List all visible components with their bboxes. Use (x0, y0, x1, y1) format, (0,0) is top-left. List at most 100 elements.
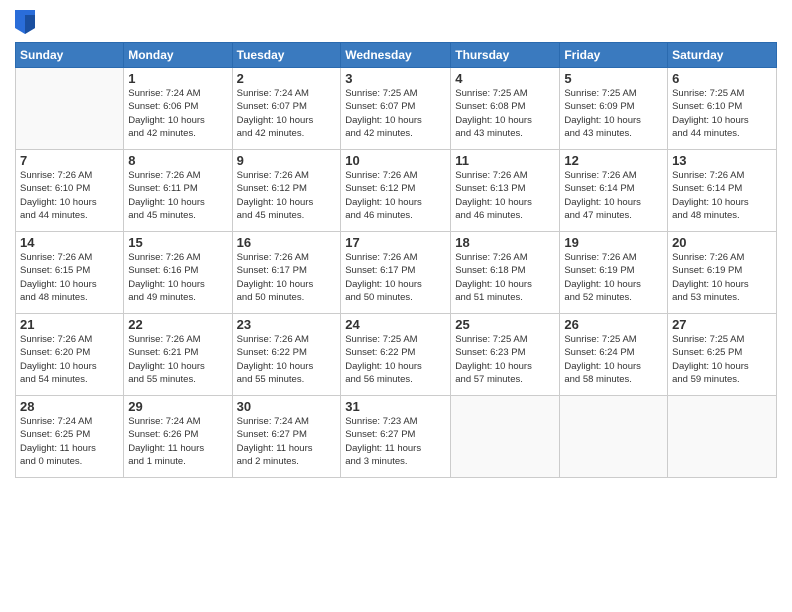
day-info: Sunrise: 7:26 AM Sunset: 6:10 PM Dayligh… (20, 169, 119, 222)
day-number: 30 (237, 399, 337, 414)
calendar-week-5: 28Sunrise: 7:24 AM Sunset: 6:25 PM Dayli… (16, 396, 777, 478)
calendar-cell: 9Sunrise: 7:26 AM Sunset: 6:12 PM Daylig… (232, 150, 341, 232)
day-number: 8 (128, 153, 227, 168)
calendar-cell: 14Sunrise: 7:26 AM Sunset: 6:15 PM Dayli… (16, 232, 124, 314)
day-info: Sunrise: 7:26 AM Sunset: 6:14 PM Dayligh… (672, 169, 772, 222)
day-number: 31 (345, 399, 446, 414)
day-number: 4 (455, 71, 555, 86)
day-number: 22 (128, 317, 227, 332)
day-number: 24 (345, 317, 446, 332)
calendar-cell: 23Sunrise: 7:26 AM Sunset: 6:22 PM Dayli… (232, 314, 341, 396)
day-info: Sunrise: 7:26 AM Sunset: 6:17 PM Dayligh… (237, 251, 337, 304)
day-number: 14 (20, 235, 119, 250)
day-info: Sunrise: 7:26 AM Sunset: 6:19 PM Dayligh… (564, 251, 663, 304)
calendar-cell: 12Sunrise: 7:26 AM Sunset: 6:14 PM Dayli… (560, 150, 668, 232)
day-info: Sunrise: 7:26 AM Sunset: 6:21 PM Dayligh… (128, 333, 227, 386)
col-header-saturday: Saturday (668, 43, 777, 68)
day-number: 5 (564, 71, 663, 86)
day-number: 10 (345, 153, 446, 168)
day-number: 17 (345, 235, 446, 250)
day-info: Sunrise: 7:25 AM Sunset: 6:10 PM Dayligh… (672, 87, 772, 140)
day-info: Sunrise: 7:25 AM Sunset: 6:09 PM Dayligh… (564, 87, 663, 140)
day-info: Sunrise: 7:26 AM Sunset: 6:11 PM Dayligh… (128, 169, 227, 222)
calendar-cell: 1Sunrise: 7:24 AM Sunset: 6:06 PM Daylig… (124, 68, 232, 150)
day-number: 26 (564, 317, 663, 332)
calendar-week-4: 21Sunrise: 7:26 AM Sunset: 6:20 PM Dayli… (16, 314, 777, 396)
day-info: Sunrise: 7:24 AM Sunset: 6:26 PM Dayligh… (128, 415, 227, 468)
calendar-header-row: SundayMondayTuesdayWednesdayThursdayFrid… (16, 43, 777, 68)
day-info: Sunrise: 7:26 AM Sunset: 6:16 PM Dayligh… (128, 251, 227, 304)
calendar-cell (560, 396, 668, 478)
calendar-cell: 17Sunrise: 7:26 AM Sunset: 6:17 PM Dayli… (341, 232, 451, 314)
page-header (15, 10, 777, 34)
calendar-table: SundayMondayTuesdayWednesdayThursdayFrid… (15, 42, 777, 478)
day-info: Sunrise: 7:26 AM Sunset: 6:14 PM Dayligh… (564, 169, 663, 222)
day-number: 3 (345, 71, 446, 86)
day-info: Sunrise: 7:25 AM Sunset: 6:23 PM Dayligh… (455, 333, 555, 386)
calendar-cell: 16Sunrise: 7:26 AM Sunset: 6:17 PM Dayli… (232, 232, 341, 314)
day-info: Sunrise: 7:24 AM Sunset: 6:06 PM Dayligh… (128, 87, 227, 140)
day-info: Sunrise: 7:25 AM Sunset: 6:25 PM Dayligh… (672, 333, 772, 386)
calendar-cell: 24Sunrise: 7:25 AM Sunset: 6:22 PM Dayli… (341, 314, 451, 396)
col-header-thursday: Thursday (451, 43, 560, 68)
day-info: Sunrise: 7:23 AM Sunset: 6:27 PM Dayligh… (345, 415, 446, 468)
calendar-cell: 22Sunrise: 7:26 AM Sunset: 6:21 PM Dayli… (124, 314, 232, 396)
calendar-week-3: 14Sunrise: 7:26 AM Sunset: 6:15 PM Dayli… (16, 232, 777, 314)
day-number: 23 (237, 317, 337, 332)
calendar-cell: 29Sunrise: 7:24 AM Sunset: 6:26 PM Dayli… (124, 396, 232, 478)
calendar-cell: 10Sunrise: 7:26 AM Sunset: 6:12 PM Dayli… (341, 150, 451, 232)
calendar-cell (16, 68, 124, 150)
day-info: Sunrise: 7:26 AM Sunset: 6:19 PM Dayligh… (672, 251, 772, 304)
day-info: Sunrise: 7:26 AM Sunset: 6:22 PM Dayligh… (237, 333, 337, 386)
calendar-cell: 7Sunrise: 7:26 AM Sunset: 6:10 PM Daylig… (16, 150, 124, 232)
day-info: Sunrise: 7:24 AM Sunset: 6:07 PM Dayligh… (237, 87, 337, 140)
calendar-cell: 11Sunrise: 7:26 AM Sunset: 6:13 PM Dayli… (451, 150, 560, 232)
day-info: Sunrise: 7:24 AM Sunset: 6:27 PM Dayligh… (237, 415, 337, 468)
calendar-cell (668, 396, 777, 478)
calendar-cell: 5Sunrise: 7:25 AM Sunset: 6:09 PM Daylig… (560, 68, 668, 150)
calendar-cell (451, 396, 560, 478)
day-number: 20 (672, 235, 772, 250)
day-info: Sunrise: 7:26 AM Sunset: 6:13 PM Dayligh… (455, 169, 555, 222)
calendar-cell: 25Sunrise: 7:25 AM Sunset: 6:23 PM Dayli… (451, 314, 560, 396)
calendar-week-2: 7Sunrise: 7:26 AM Sunset: 6:10 PM Daylig… (16, 150, 777, 232)
day-info: Sunrise: 7:26 AM Sunset: 6:20 PM Dayligh… (20, 333, 119, 386)
day-info: Sunrise: 7:26 AM Sunset: 6:12 PM Dayligh… (345, 169, 446, 222)
calendar-cell: 15Sunrise: 7:26 AM Sunset: 6:16 PM Dayli… (124, 232, 232, 314)
calendar-cell: 4Sunrise: 7:25 AM Sunset: 6:08 PM Daylig… (451, 68, 560, 150)
calendar-week-1: 1Sunrise: 7:24 AM Sunset: 6:06 PM Daylig… (16, 68, 777, 150)
day-number: 1 (128, 71, 227, 86)
day-info: Sunrise: 7:25 AM Sunset: 6:24 PM Dayligh… (564, 333, 663, 386)
calendar-cell: 21Sunrise: 7:26 AM Sunset: 6:20 PM Dayli… (16, 314, 124, 396)
calendar-cell: 30Sunrise: 7:24 AM Sunset: 6:27 PM Dayli… (232, 396, 341, 478)
day-number: 11 (455, 153, 555, 168)
day-number: 16 (237, 235, 337, 250)
day-number: 28 (20, 399, 119, 414)
col-header-wednesday: Wednesday (341, 43, 451, 68)
day-number: 19 (564, 235, 663, 250)
calendar-cell: 19Sunrise: 7:26 AM Sunset: 6:19 PM Dayli… (560, 232, 668, 314)
day-number: 12 (564, 153, 663, 168)
day-number: 29 (128, 399, 227, 414)
day-number: 6 (672, 71, 772, 86)
day-info: Sunrise: 7:26 AM Sunset: 6:17 PM Dayligh… (345, 251, 446, 304)
day-number: 2 (237, 71, 337, 86)
calendar-cell: 3Sunrise: 7:25 AM Sunset: 6:07 PM Daylig… (341, 68, 451, 150)
day-number: 13 (672, 153, 772, 168)
calendar-cell: 28Sunrise: 7:24 AM Sunset: 6:25 PM Dayli… (16, 396, 124, 478)
calendar-cell: 31Sunrise: 7:23 AM Sunset: 6:27 PM Dayli… (341, 396, 451, 478)
calendar-cell: 13Sunrise: 7:26 AM Sunset: 6:14 PM Dayli… (668, 150, 777, 232)
day-number: 21 (20, 317, 119, 332)
day-number: 27 (672, 317, 772, 332)
day-info: Sunrise: 7:24 AM Sunset: 6:25 PM Dayligh… (20, 415, 119, 468)
col-header-friday: Friday (560, 43, 668, 68)
day-number: 15 (128, 235, 227, 250)
calendar-cell: 18Sunrise: 7:26 AM Sunset: 6:18 PM Dayli… (451, 232, 560, 314)
calendar-cell: 8Sunrise: 7:26 AM Sunset: 6:11 PM Daylig… (124, 150, 232, 232)
day-number: 18 (455, 235, 555, 250)
logo (15, 10, 39, 34)
day-number: 7 (20, 153, 119, 168)
day-info: Sunrise: 7:26 AM Sunset: 6:15 PM Dayligh… (20, 251, 119, 304)
col-header-monday: Monday (124, 43, 232, 68)
calendar-cell: 6Sunrise: 7:25 AM Sunset: 6:10 PM Daylig… (668, 68, 777, 150)
